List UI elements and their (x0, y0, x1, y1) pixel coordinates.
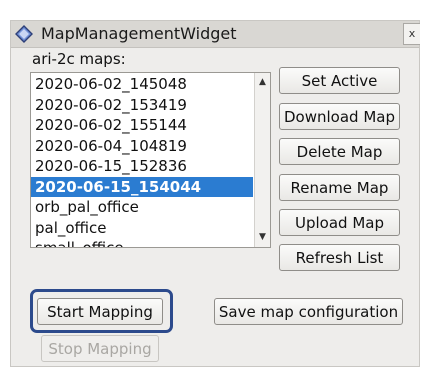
close-icon: x (408, 27, 416, 40)
maps-list-label: ari-2c maps: (32, 50, 126, 68)
save-map-configuration-button[interactable]: Save map configuration (214, 298, 403, 325)
list-item[interactable]: small_office (31, 238, 253, 247)
list-item[interactable]: orb_pal_office (31, 197, 253, 218)
set-active-button[interactable]: Set Active (279, 67, 400, 94)
list-item[interactable]: 2020-06-15_152836 (31, 156, 253, 177)
list-item[interactable]: 2020-06-04_104819 (31, 136, 253, 157)
map-management-window: MapManagementWidget x ari-2c maps: 2020-… (10, 20, 420, 367)
list-item[interactable]: 2020-06-02_145048 (31, 74, 253, 95)
diamond-icon (15, 25, 33, 43)
upload-map-button[interactable]: Upload Map (279, 209, 400, 236)
close-button[interactable]: x (403, 23, 420, 45)
title-bar[interactable]: MapManagementWidget x (11, 21, 420, 48)
refresh-list-button[interactable]: Refresh List (279, 244, 400, 271)
list-item-selected[interactable]: 2020-06-15_154044 (31, 176, 253, 197)
download-map-button[interactable]: Download Map (279, 103, 400, 130)
list-scrollbar[interactable]: ▲ ▼ (254, 73, 270, 247)
window-title: MapManagementWidget (41, 24, 237, 43)
rename-map-button[interactable]: Rename Map (279, 174, 400, 201)
start-mapping-button[interactable]: Start Mapping (37, 298, 163, 325)
stop-mapping-button: Stop Mapping (41, 335, 159, 362)
delete-map-button[interactable]: Delete Map (279, 138, 400, 165)
maps-list-items: 2020-06-02_145048 2020-06-02_153419 2020… (31, 74, 253, 247)
maps-list[interactable]: 2020-06-02_145048 2020-06-02_153419 2020… (30, 72, 271, 248)
list-item[interactable]: 2020-06-02_155144 (31, 115, 253, 136)
list-item[interactable]: 2020-06-02_153419 (31, 95, 253, 116)
scroll-down-arrow-icon[interactable]: ▼ (255, 230, 270, 245)
scroll-up-arrow-icon[interactable]: ▲ (255, 75, 270, 90)
list-item[interactable]: pal_office (31, 218, 253, 239)
